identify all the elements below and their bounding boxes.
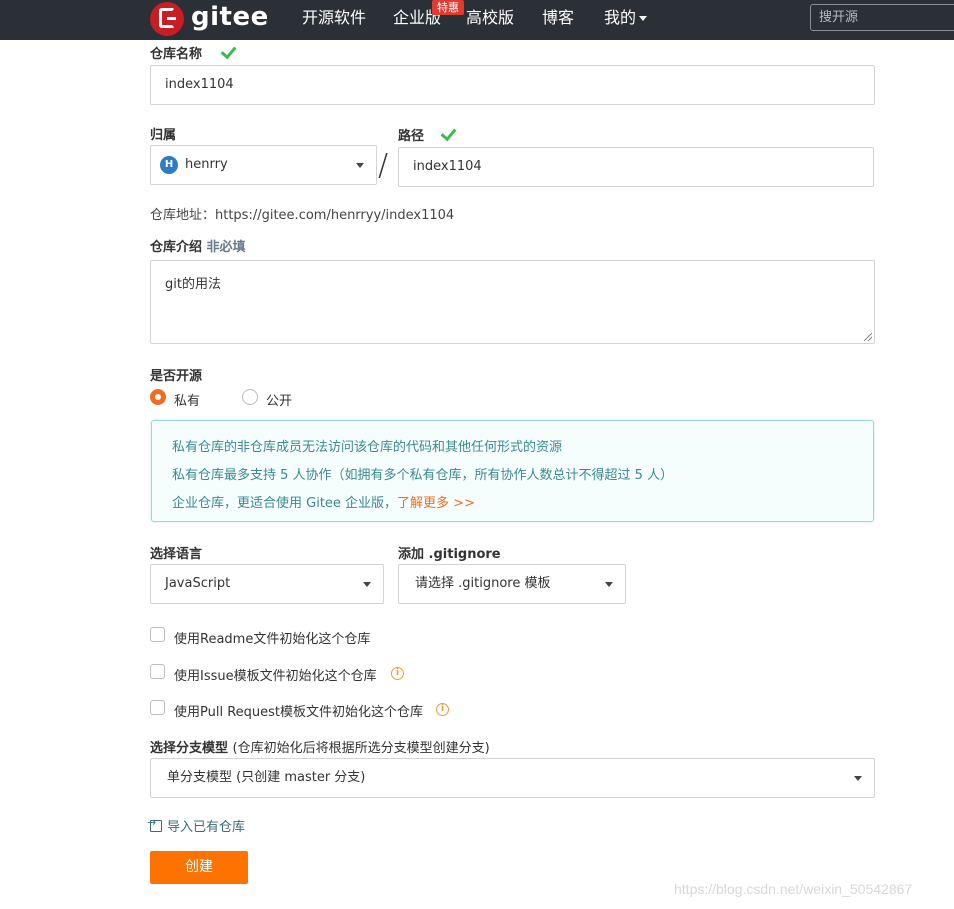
intro-textarea[interactable]: git的用法 <box>150 260 875 344</box>
repo-name-label: 仓库名称 <box>150 47 203 62</box>
create-button[interactable]: 创建 <box>150 851 248 884</box>
notice-line-3: 企业仓库，更适合使用 Gitee 企业版，了解更多 >> <box>172 492 475 511</box>
notice-line-1: 私有仓库的非仓库成员无法访问该仓库的代码和其他任何形式的资源 <box>172 440 563 455</box>
language-select-value: JavaScript <box>165 576 231 591</box>
radio-public-label[interactable]: 公开 <box>266 390 292 409</box>
brand-name[interactable]: gitee <box>191 0 269 34</box>
owner-select[interactable]: H henrry <box>150 145 377 185</box>
chevron-down-icon <box>356 163 364 168</box>
branch-model-label-text: 选择分支模型 <box>150 741 229 756</box>
notice-line-3-text: 企业仓库，更适合使用 Gitee 企业版， <box>172 496 398 511</box>
nav-item-education[interactable]: 高校版 <box>466 0 514 36</box>
branch-model-select-value: 单分支模型 (只创建 master 分支) <box>167 770 366 785</box>
import-repo-label: 导入已有仓库 <box>167 820 246 835</box>
nav-item-open-source[interactable]: 开源软件 <box>302 0 366 36</box>
init-issue-checkbox[interactable] <box>150 664 165 679</box>
gitignore-label: 添加 .gitignore <box>398 547 501 562</box>
init-readme-checkbox[interactable] <box>150 627 165 642</box>
language-select[interactable]: JavaScript <box>150 564 384 604</box>
nav-item-blog[interactable]: 博客 <box>542 0 574 36</box>
repo-name-input[interactable]: index1104 <box>150 65 875 105</box>
radio-private-label[interactable]: 私有 <box>174 390 200 409</box>
init-pr-label[interactable]: 使用Pull Request模板文件初始化这个仓库 <box>174 701 423 720</box>
intro-textarea-value: git的用法 <box>165 277 221 292</box>
nav-item-mine-label: 我的 <box>604 8 637 27</box>
watermark: https://blog.csdn.net/weixin_50542867 <box>674 881 913 897</box>
radio-public[interactable] <box>242 389 258 405</box>
valid-check-icon <box>442 126 456 138</box>
owner-label: 归属 <box>150 128 177 143</box>
chevron-down-icon <box>363 582 371 587</box>
owner-select-value: henrry <box>185 157 228 172</box>
path-separator: / <box>378 148 389 183</box>
intro-label: 仓库介绍 非必填 <box>150 236 246 255</box>
notice-line-2: 私有仓库最多支持 5 人协作（如拥有多个私有仓库，所有协作人数总计不得超过 5 … <box>172 468 674 483</box>
path-label: 路径 <box>398 129 425 144</box>
chevron-down-icon <box>605 582 613 587</box>
avatar: H <box>160 156 178 174</box>
private-repo-notice: 私有仓库的非仓库成员无法访问该仓库的代码和其他任何形式的资源 私有仓库最多支持 … <box>151 420 874 522</box>
gitignore-select-value: 请选择 .gitignore 模板 <box>415 576 551 591</box>
info-icon[interactable]: i <box>391 667 404 680</box>
import-icon <box>147 816 162 832</box>
intro-label-text: 仓库介绍 <box>150 240 203 255</box>
gitignore-select[interactable]: 请选择 .gitignore 模板 <box>398 564 626 604</box>
repo-url-text: 仓库地址：https://gitee.com/henrryy/index1104 <box>150 208 455 223</box>
info-icon[interactable]: i <box>436 703 449 716</box>
branch-model-hint: (仓库初始化后将根据所选分支模型创建分支) <box>232 741 490 756</box>
chevron-down-icon <box>639 16 648 21</box>
optional-hint: 非必填 <box>206 240 246 255</box>
valid-check-icon <box>222 44 236 56</box>
search-input[interactable]: 搜开源 <box>810 4 954 31</box>
open-source-label: 是否开源 <box>150 369 203 384</box>
chevron-down-icon <box>854 776 862 781</box>
init-readme-label[interactable]: 使用Readme文件初始化这个仓库 <box>174 628 370 647</box>
path-input[interactable]: index1104 <box>398 147 874 187</box>
gitee-logo-icon[interactable] <box>150 2 184 36</box>
promo-badge: 特惠 <box>432 0 464 15</box>
resize-handle-icon[interactable] <box>864 333 872 341</box>
init-pr-checkbox[interactable] <box>150 700 165 715</box>
nav-item-mine[interactable]: 我的 <box>604 0 648 36</box>
branch-model-label: 选择分支模型 (仓库初始化后将根据所选分支模型创建分支) <box>150 737 490 756</box>
radio-private[interactable] <box>150 389 166 405</box>
learn-more-link[interactable]: 了解更多 >> <box>397 496 475 511</box>
init-issue-label[interactable]: 使用Issue模板文件初始化这个仓库 <box>174 665 377 684</box>
language-label: 选择语言 <box>150 547 203 562</box>
branch-model-select[interactable]: 单分支模型 (只创建 master 分支) <box>150 758 875 798</box>
top-navbar: gitee 开源软件 企业版 特惠 高校版 博客 我的 搜开源 <box>0 0 954 40</box>
import-repo-link[interactable]: 导入已有仓库 <box>147 816 246 835</box>
